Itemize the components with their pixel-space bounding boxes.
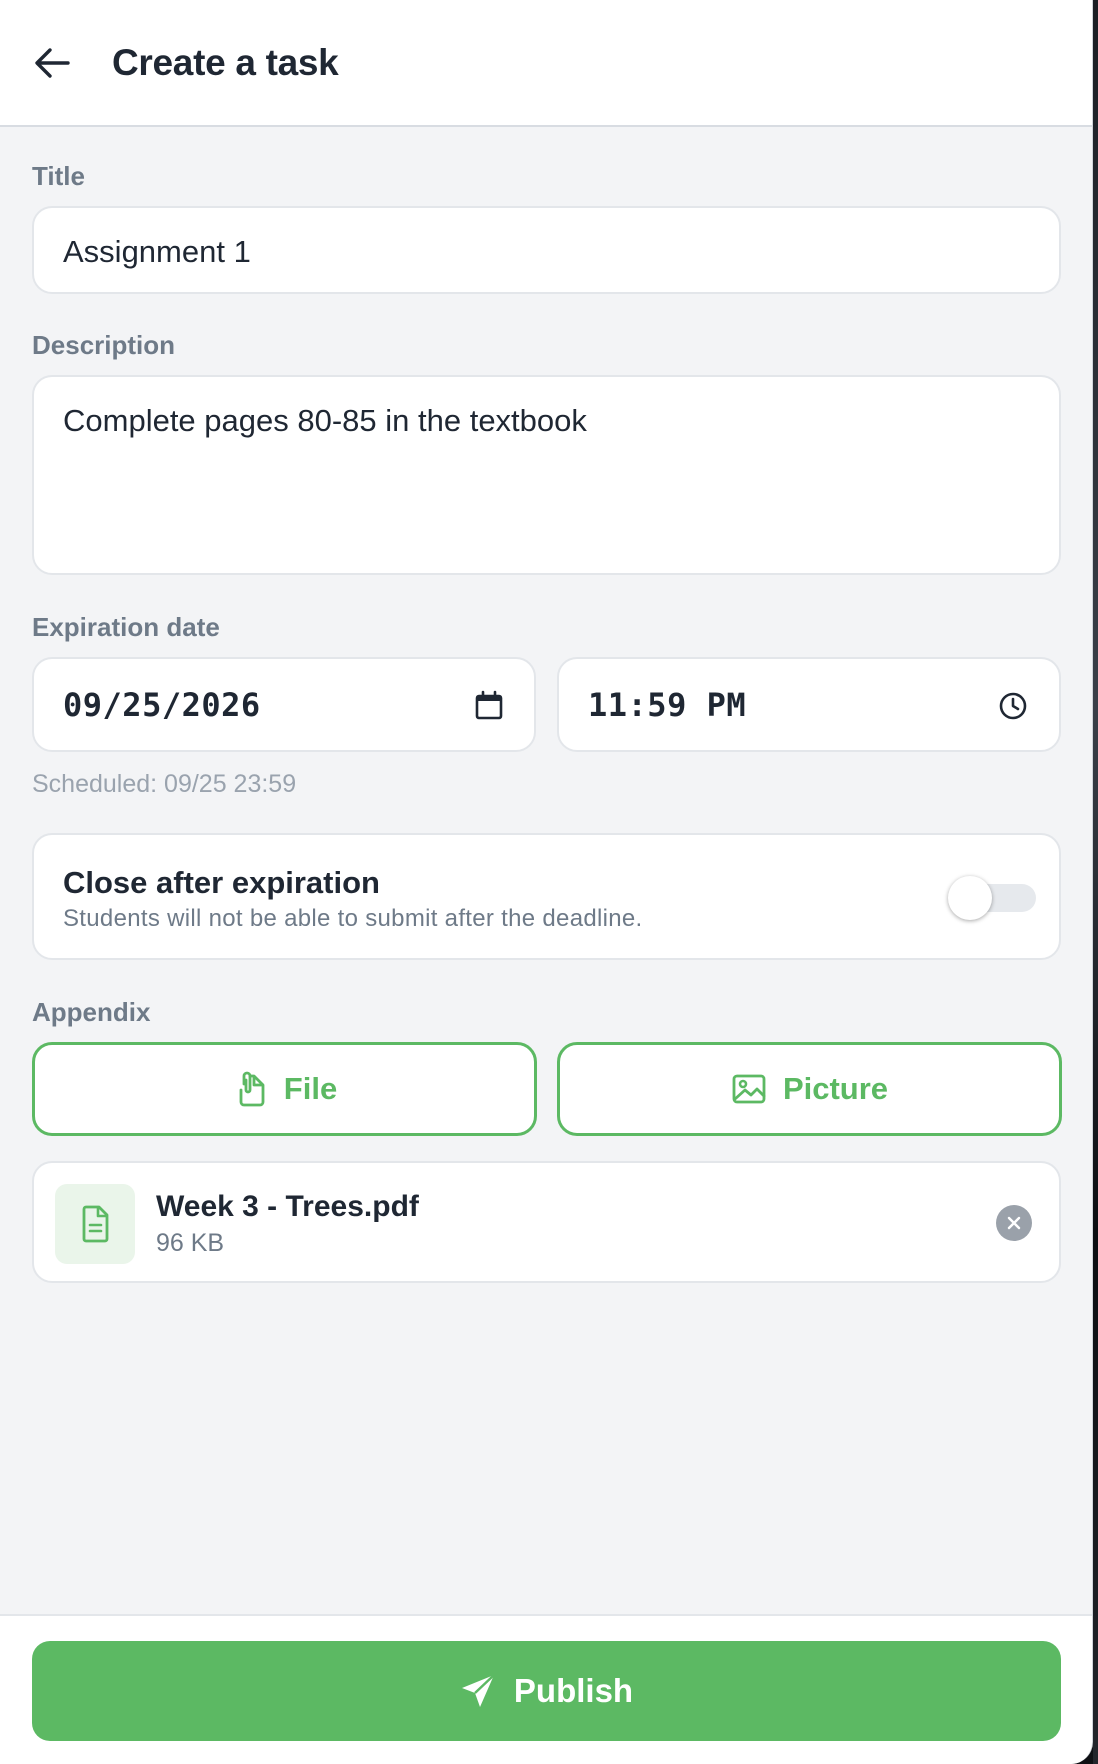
expiration-date-label: Expiration date bbox=[32, 612, 220, 642]
page-title: Create a task bbox=[112, 42, 339, 83]
close-after-expiration-subtitle: Students will not be able to submit afte… bbox=[63, 905, 643, 932]
calendar-icon[interactable] bbox=[472, 689, 506, 723]
close-icon bbox=[1007, 1216, 1021, 1230]
attach-file-label: File bbox=[283, 1071, 338, 1106]
description-textarea-value: Complete pages 80-85 in the textbook bbox=[63, 403, 587, 438]
close-after-expiration-title: Close after expiration bbox=[63, 865, 380, 900]
remove-attachment-button[interactable] bbox=[996, 1205, 1032, 1241]
publish-button[interactable]: Publish bbox=[32, 1641, 1061, 1741]
time-input-value: 11:59 PM bbox=[588, 686, 747, 724]
paperclip-file-icon bbox=[239, 1071, 265, 1107]
description-textarea[interactable]: Complete pages 80-85 in the textbook bbox=[32, 375, 1061, 575]
document-icon bbox=[82, 1205, 109, 1243]
date-input[interactable]: 09/25/2026 bbox=[32, 657, 536, 752]
time-input[interactable]: 11:59 PM bbox=[557, 657, 1061, 752]
back-button[interactable] bbox=[30, 41, 74, 85]
publish-label: Publish bbox=[513, 1672, 634, 1709]
close-after-expiration-toggle[interactable] bbox=[948, 876, 1036, 920]
send-icon bbox=[461, 1674, 495, 1707]
clock-icon[interactable] bbox=[996, 689, 1030, 723]
attachment-name: Week 3 - Trees.pdf bbox=[156, 1190, 419, 1223]
scheduled-text: Scheduled: 09/25 23:59 bbox=[32, 770, 297, 798]
header: Create a task bbox=[0, 0, 1092, 127]
arrow-left-icon bbox=[35, 48, 70, 78]
date-input-value: 09/25/2026 bbox=[63, 686, 261, 724]
attach-file-button[interactable]: File bbox=[32, 1042, 537, 1136]
attachment-item: Week 3 - Trees.pdf 96 KB bbox=[32, 1161, 1061, 1283]
description-label: Description bbox=[32, 330, 176, 360]
window-edge bbox=[1093, 0, 1098, 1764]
close-after-expiration-card: Close after expiration Students will not… bbox=[32, 833, 1061, 960]
attach-picture-label: Picture bbox=[782, 1071, 889, 1106]
attach-picture-button[interactable]: Picture bbox=[557, 1042, 1062, 1136]
toggle-knob bbox=[948, 876, 992, 920]
title-input[interactable]: Assignment 1 bbox=[32, 206, 1061, 294]
attachment-size: 96 KB bbox=[156, 1229, 225, 1257]
appendix-label: Appendix bbox=[32, 997, 151, 1027]
footer-bar: Publish bbox=[0, 1614, 1092, 1764]
title-input-value: Assignment 1 bbox=[63, 234, 251, 269]
attachment-thumbnail bbox=[55, 1184, 135, 1264]
title-label: Title bbox=[32, 161, 85, 191]
create-task-screen: Create a task Title Assignment 1 Descrip… bbox=[0, 0, 1093, 1764]
image-icon bbox=[732, 1074, 766, 1104]
